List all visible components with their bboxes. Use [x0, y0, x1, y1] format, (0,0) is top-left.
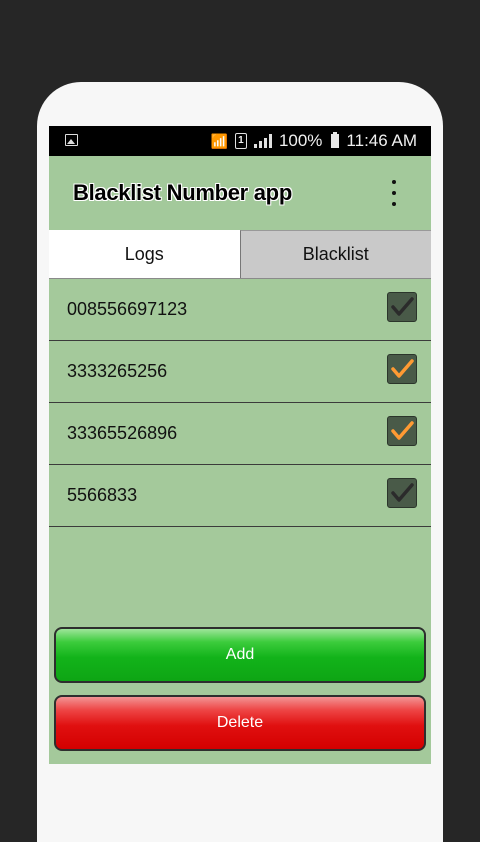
checkmark-icon [391, 421, 414, 440]
image-notification-icon [65, 134, 78, 146]
checkbox[interactable] [387, 354, 417, 384]
phone-number: 5566833 [67, 485, 138, 505]
add-button[interactable]: Add [54, 627, 426, 683]
battery-icon [331, 132, 340, 148]
tab-blacklist[interactable]: Blacklist [239, 230, 431, 278]
wifi-icon: 📶 [210, 132, 228, 149]
number-list: 008556697123 3333265256 33365526896 5566… [49, 279, 431, 527]
app-screen: 📶 1 100% 11:46 AM Blacklist Number app L… [49, 126, 431, 764]
sim-icon: 1 [234, 133, 247, 149]
battery-percent: 100% [278, 131, 323, 150]
checkmark-icon [391, 359, 414, 378]
signal-icon [253, 134, 272, 148]
list-item[interactable]: 008556697123 [49, 279, 431, 341]
status-icons: 📶 1 100% 11:46 AM [211, 126, 418, 156]
list-item[interactable]: 5566833 [49, 465, 431, 527]
list-item[interactable]: 33365526896 [49, 403, 431, 465]
list-item[interactable]: 3333265256 [49, 341, 431, 403]
phone-number: 33365526896 [67, 423, 178, 443]
phone-number: 008556697123 [67, 299, 188, 319]
status-bar: 📶 1 100% 11:46 AM [49, 126, 431, 156]
checkbox[interactable] [387, 478, 417, 508]
delete-button[interactable]: Delete [54, 695, 426, 751]
checkmark-icon [391, 483, 414, 502]
checkmark-icon [391, 297, 414, 316]
app-title: Blacklist Number app [73, 180, 292, 205]
tab-logs[interactable]: Logs [49, 230, 240, 278]
phone-number: 3333265256 [67, 361, 168, 381]
checkbox[interactable] [387, 292, 417, 322]
overflow-menu-icon[interactable] [389, 180, 399, 206]
clock: 11:46 AM [346, 131, 417, 150]
tab-bar: Logs Blacklist [49, 230, 431, 279]
checkbox[interactable] [387, 416, 417, 446]
app-bar: Blacklist Number app [49, 156, 431, 230]
